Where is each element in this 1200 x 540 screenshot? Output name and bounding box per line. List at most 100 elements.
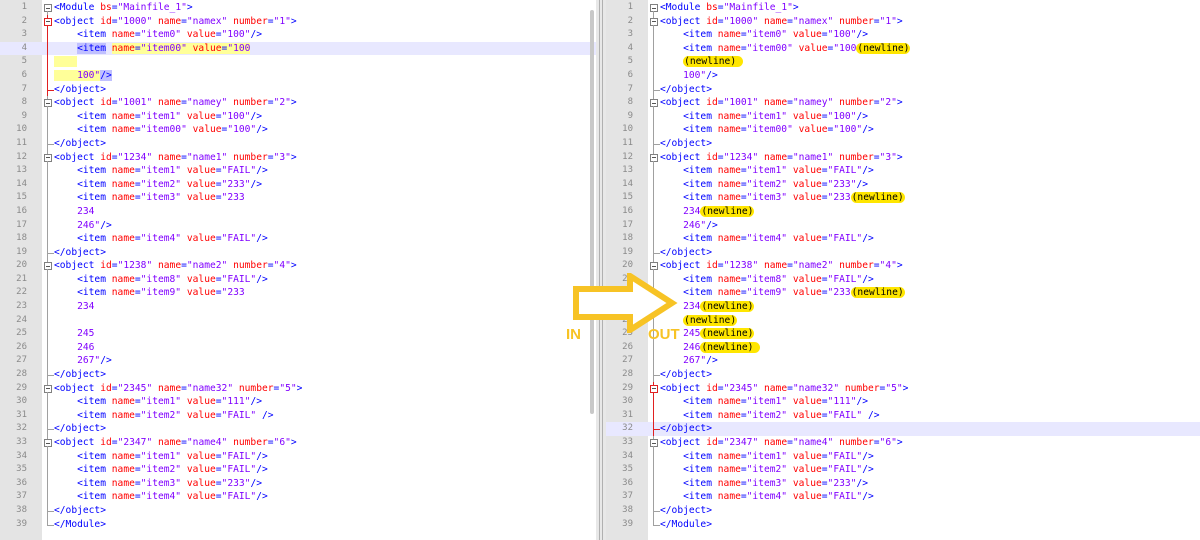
code-line[interactable]: 3 <item name="item0" value="100"/> <box>0 28 596 42</box>
fold-toggle-icon[interactable] <box>649 150 659 165</box>
code-line[interactable]: 26 246 <box>0 340 596 355</box>
code-text[interactable]: <item name="item2" value="233"/> <box>660 178 868 192</box>
code-text[interactable]: <object id="1001" name="namey" number="2… <box>54 96 297 110</box>
code-text[interactable]: <item name="item3" value="233"/> <box>660 477 868 491</box>
code-line[interactable]: 14 <item name="item2" value="233"/> <box>606 177 1200 192</box>
code-line[interactable]: 22 <item name="item9" value="233 <box>0 286 596 301</box>
code-line[interactable]: 24 <box>0 313 596 328</box>
code-line[interactable]: 1 <Module bs="Mainfile_1"> <box>606 1 1200 15</box>
code-text[interactable]: 267"/> <box>660 354 718 368</box>
code-line[interactable]: 39 </Module> <box>0 517 596 532</box>
code-line[interactable]: 7 </object> <box>0 82 596 97</box>
code-line[interactable]: 9 <item name="item1" value="100"/> <box>606 109 1200 124</box>
code-text[interactable]: 246"/> <box>660 219 718 233</box>
code-text[interactable]: <item name="item8" value="FAIL"/> <box>660 273 874 287</box>
code-line[interactable]: 11 </object> <box>0 136 596 151</box>
code-line[interactable]: 12 <object id="1234" name="name1" number=… <box>606 150 1200 165</box>
code-line[interactable]: 13 <item name="item1" value="FAIL"/> <box>606 164 1200 178</box>
code-text[interactable]: </object> <box>660 504 712 518</box>
code-text[interactable]: <object id="2347" name="name4" number="6… <box>660 436 903 450</box>
code-line[interactable]: 6 100"/> <box>606 68 1200 83</box>
code-line[interactable]: 35 <item name="item2" value="FAIL"/> <box>0 463 596 477</box>
code-text[interactable]: <item name="item0" value="100"/> <box>660 28 868 42</box>
code-text[interactable]: <item name="item4" value="FAIL"/> <box>660 232 874 246</box>
code-line[interactable]: 17 246"/> <box>0 218 596 233</box>
code-line[interactable]: 14 <item name="item2" value="233"/> <box>0 177 596 192</box>
code-text[interactable]: <item name="item1" value="111"/> <box>660 395 868 409</box>
code-line[interactable]: 5 (newline) <box>606 55 1200 69</box>
code-line[interactable]: 4 <item name="item00" value="100 <box>0 41 596 56</box>
code-line[interactable]: 38 </object> <box>606 503 1200 518</box>
code-text[interactable]: <object id="1000" name="namex" number="1… <box>660 15 903 29</box>
code-text[interactable]: <object id="2345" name="name32" number="… <box>660 382 908 396</box>
code-line[interactable]: 21 <item name="item8" value="FAIL"/> <box>606 272 1200 287</box>
code-line[interactable]: 19 </object> <box>0 245 596 260</box>
code-text[interactable]: <item name="item2" value="FAIL"/> <box>660 463 874 477</box>
code-text[interactable]: 267"/> <box>54 354 112 368</box>
code-line[interactable]: 9 <item name="item1" value="100"/> <box>0 109 596 124</box>
code-text[interactable]: <object id="1000" name="namex" number="1… <box>54 15 297 29</box>
code-text[interactable]: (newline) <box>660 55 743 69</box>
code-text[interactable]: 245 <box>54 327 94 341</box>
code-line[interactable]: 37 <item name="item4" value="FAIL"/> <box>0 490 596 504</box>
code-text[interactable]: <Module bs="Mainfile_1"> <box>660 1 799 15</box>
code-line[interactable]: 32 </object> <box>0 422 596 437</box>
code-text[interactable]: <item name="item1" value="FAIL"/> <box>54 450 268 464</box>
code-line[interactable]: 17 246"/> <box>606 218 1200 233</box>
code-text[interactable]: </object> <box>660 422 712 436</box>
code-text[interactable]: <item name="item00" value="100 <box>54 42 251 56</box>
fold-toggle-icon[interactable] <box>43 96 53 111</box>
code-text[interactable] <box>54 55 78 69</box>
code-line[interactable]: 15 <item name="item3" value="233(newline… <box>606 191 1200 205</box>
code-text[interactable]: <item name="item3" value="233(newline) <box>660 191 905 205</box>
fold-toggle-icon[interactable] <box>43 14 53 29</box>
fold-toggle-icon[interactable] <box>649 436 659 450</box>
code-text[interactable]: <item name="item3" value="233 <box>54 191 245 205</box>
code-text[interactable]: <item name="item1" value="FAIL"/> <box>660 164 874 178</box>
code-line[interactable]: 30 <item name="item1" value="111"/> <box>606 395 1200 409</box>
code-text[interactable]: <item name="item1" value="111"/> <box>54 395 262 409</box>
code-line[interactable]: 28 </object> <box>0 368 596 383</box>
right-editor-pane[interactable]: 1 <Module bs="Mainfile_1"> 2 <object id="10… <box>606 0 1200 540</box>
code-line[interactable]: 37 <item name="item4" value="FAIL"/> <box>606 490 1200 504</box>
code-text[interactable]: <item name="item2" value="233"/> <box>54 178 262 192</box>
code-line[interactable]: 35 <item name="item2" value="FAIL"/> <box>606 463 1200 477</box>
code-text[interactable]: <Module bs="Mainfile_1"> <box>54 1 193 15</box>
code-line[interactable]: 27 267"/> <box>0 354 596 369</box>
code-line[interactable]: 11 </object> <box>606 136 1200 151</box>
code-text[interactable]: <item name="item1" value="100"/> <box>54 110 262 124</box>
code-text[interactable]: </object> <box>54 246 106 260</box>
fold-toggle-icon[interactable] <box>649 259 659 274</box>
code-text[interactable]: <item name="item4" value="FAIL"/> <box>54 232 268 246</box>
code-text[interactable]: <item name="item4" value="FAIL"/> <box>54 490 268 504</box>
code-line[interactable]: 36 <item name="item3" value="233"/> <box>606 476 1200 491</box>
code-line[interactable]: 33 <object id="2347" name="name4" number=… <box>606 436 1200 450</box>
code-line[interactable]: 26 246(newline) <box>606 340 1200 355</box>
code-text[interactable]: </object> <box>660 246 712 260</box>
code-line[interactable]: 20 <object id="1238" name="name2" number=… <box>606 259 1200 274</box>
code-line[interactable]: 2 <object id="1000" name="namex" number="… <box>606 14 1200 29</box>
fold-toggle-icon[interactable] <box>649 14 659 29</box>
code-line[interactable]: 10 <item name="item00" value="100"/> <box>606 123 1200 137</box>
code-text[interactable]: </object> <box>54 368 106 382</box>
code-text[interactable]: <item name="item3" value="233"/> <box>54 477 262 491</box>
code-text[interactable]: <item name="item2" value="FAIL" /> <box>54 409 273 423</box>
code-line[interactable]: 5 <box>0 55 596 69</box>
code-line[interactable]: 27 267"/> <box>606 354 1200 369</box>
code-line[interactable]: 29 <object id="2345" name="name32" number… <box>0 381 596 396</box>
code-line[interactable]: 19 </object> <box>606 245 1200 260</box>
code-line[interactable]: 22 <item name="item9" value="233(newline… <box>606 286 1200 301</box>
code-line[interactable]: 21 <item name="item8" value="FAIL"/> <box>0 272 596 287</box>
code-line[interactable]: 2 <object id="1000" name="namex" number="… <box>0 14 596 29</box>
code-line[interactable]: 12 <object id="1234" name="name1" number=… <box>0 150 596 165</box>
code-text[interactable]: </object> <box>660 83 712 97</box>
code-text[interactable]: 100"/> <box>54 69 112 83</box>
code-line[interactable]: 31 <item name="item2" value="FAIL" /> <box>606 408 1200 423</box>
fold-toggle-icon[interactable] <box>43 1 53 15</box>
code-text[interactable]: </object> <box>54 137 106 151</box>
code-line[interactable]: 33 <object id="2347" name="name4" number=… <box>0 436 596 450</box>
vertical-scrollbar[interactable] <box>590 10 594 414</box>
code-line[interactable]: 16 234(newline) <box>606 204 1200 219</box>
code-line[interactable]: 29 <object id="2345" name="name32" number… <box>606 381 1200 396</box>
code-text[interactable]: <item name="item4" value="FAIL"/> <box>660 490 874 504</box>
